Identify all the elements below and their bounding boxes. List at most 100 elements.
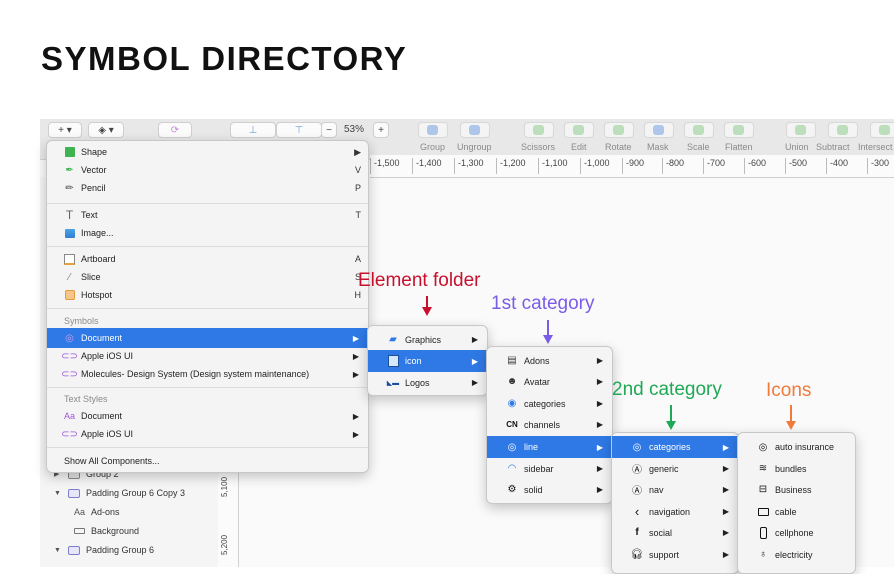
- symbols-header: Symbols: [64, 316, 99, 326]
- scissors-label: Scissors: [521, 142, 556, 152]
- flatten-label: Flatten: [725, 142, 753, 152]
- ruler-tick: -900: [622, 158, 644, 174]
- scissors-icon[interactable]: [524, 122, 554, 138]
- menu-item-graphics[interactable]: ▰ Graphics ▶: [368, 329, 487, 350]
- menu-item-show-all-components[interactable]: Show All Components...: [47, 451, 368, 471]
- rectangle-icon: [74, 528, 85, 534]
- menu-item-cable[interactable]: cable: [738, 501, 855, 522]
- menu-item-generic[interactable]: Ⓐ generic ▶: [612, 458, 738, 479]
- menu-item-image[interactable]: Image...: [47, 223, 368, 243]
- menu-item-sub-categories[interactable]: ◎ categories ▶: [612, 436, 738, 458]
- folder-menu: ▰ Graphics ▶ icon ▶ ◣▬ Logos ▶: [367, 325, 488, 396]
- menu-item-business[interactable]: ⊟ Business: [738, 479, 855, 500]
- submenu-arrow-icon: ▶: [596, 442, 603, 452]
- submenu-arrow-icon: ▶: [596, 485, 603, 494]
- group-icon[interactable]: [418, 122, 448, 138]
- ruler-tick: -500: [785, 158, 807, 174]
- menu-item-line[interactable]: ◎ line ▶: [487, 436, 612, 458]
- menu-item-shape[interactable]: Shape ▶: [47, 142, 368, 162]
- menu-item-textstyle-ios[interactable]: ⊂⊃ Apple iOS UI ▶: [47, 424, 368, 444]
- union-icon[interactable]: [786, 122, 816, 138]
- scale-icon[interactable]: [684, 122, 714, 138]
- edit-icon[interactable]: [564, 122, 594, 138]
- submenu-arrow-icon: ▶: [471, 378, 478, 387]
- sync-button[interactable]: ⟳: [158, 122, 192, 138]
- layer-row[interactable]: ▼ Padding Group 6: [54, 545, 154, 555]
- menu-item-slice[interactable]: ⁄ Slice S: [47, 267, 368, 287]
- ruler-tick: 5,100: [220, 476, 229, 497]
- submenu-arrow-icon: ▶: [596, 377, 603, 386]
- disclosure-icon[interactable]: ▼: [54, 547, 62, 554]
- menu-item-adons[interactable]: ▤ Adons ▶: [487, 350, 612, 371]
- menu-item-logos[interactable]: ◣▬ Logos ▶: [368, 372, 487, 393]
- arrow-down-icon: [543, 335, 553, 344]
- mask-icon[interactable]: [644, 122, 674, 138]
- submenu-arrow-icon: ▶: [352, 411, 359, 421]
- submenu-arrow-icon: ▶: [722, 528, 729, 537]
- symbol-group-icon: [68, 545, 80, 555]
- insert-button[interactable]: + ▾: [48, 122, 82, 138]
- ruler-tick: -800: [662, 158, 684, 174]
- category-menu: ▤ Adons ▶ ☻ Avatar ▶ ◉ categories ▶ CN c…: [486, 346, 613, 504]
- annotation-arrow-stem: [426, 296, 428, 307]
- rotate-icon[interactable]: [604, 122, 634, 138]
- align-icon: ⊥: [248, 124, 258, 136]
- menu-item-symbols-ios[interactable]: ⊂⊃ Apple iOS UI ▶: [47, 346, 368, 366]
- menu-item-symbols-document[interactable]: ◎ Document ▶: [47, 328, 368, 348]
- layer-row[interactable]: Aa Ad-ons: [74, 507, 120, 517]
- menu-item-channels[interactable]: CN channels ▶: [487, 414, 612, 435]
- zoom-out-button[interactable]: −: [321, 122, 337, 138]
- edit-label: Edit: [571, 142, 587, 152]
- car-insurance-icon: ◎: [758, 441, 768, 453]
- menu-item-navigation[interactable]: ‹ navigation ▶: [612, 501, 738, 522]
- menu-item-symbols-molecules[interactable]: ⊂⊃ Molecules- Design System (Design syst…: [47, 364, 368, 384]
- menu-item-icon-folder[interactable]: icon ▶: [368, 350, 487, 372]
- disclosure-icon[interactable]: ▼: [54, 490, 62, 497]
- ungroup-label: Ungroup: [457, 142, 492, 152]
- align-button[interactable]: ⊥: [230, 122, 276, 138]
- ungroup-icon[interactable]: [460, 122, 490, 138]
- annotation-second-category: 2nd category: [612, 379, 722, 400]
- menu-item-electricity[interactable]: ♁ electricity: [738, 544, 855, 565]
- menu-item-auto-insurance[interactable]: ◎ auto insurance: [738, 436, 855, 458]
- menu-item-cellphone[interactable]: cellphone: [738, 522, 855, 543]
- pencil-icon: ✏: [65, 182, 74, 194]
- menu-item-nav[interactable]: Ⓐ nav ▶: [612, 479, 738, 500]
- zoom-value: 53%: [343, 123, 364, 135]
- zoom-in-button[interactable]: +: [373, 122, 389, 138]
- nav-icon: Ⓐ: [632, 486, 642, 497]
- distribute-button[interactable]: ⊤: [276, 122, 322, 138]
- menu-item-bundles[interactable]: ≋ bundles: [738, 458, 855, 479]
- subtract-icon[interactable]: [828, 122, 858, 138]
- adons-icon: ▤: [507, 355, 517, 366]
- menu-item-categories[interactable]: ◉ categories ▶: [487, 393, 612, 414]
- layers-stack-icon: ≋: [758, 463, 768, 474]
- menu-item-hotspot[interactable]: Hotspot H: [47, 285, 368, 305]
- annotation-arrow-stem: [670, 405, 672, 422]
- ruler-tick: -700: [703, 158, 725, 174]
- menu-item-artboard[interactable]: Artboard A: [47, 249, 368, 269]
- ruler-tick: -1,400: [412, 158, 442, 174]
- layers-button[interactable]: ◈ ▾: [88, 122, 124, 138]
- menu-item-vector[interactable]: ✒ Vector V: [47, 160, 368, 180]
- layer-row[interactable]: Background: [74, 526, 139, 536]
- intersect-icon[interactable]: [870, 122, 894, 138]
- menu-item-sidebar[interactable]: ◠ sidebar ▶: [487, 458, 612, 479]
- menu-item-support[interactable]: 🎧︎ support ▶: [612, 544, 738, 565]
- sidebar-icon: ◠: [507, 463, 517, 474]
- stack-icon: ◈: [98, 124, 106, 136]
- menu-item-pencil[interactable]: ✏ Pencil P: [47, 178, 368, 198]
- menu-item-text[interactable]: T Text T: [47, 205, 368, 225]
- menu-item-solid[interactable]: ⚙ solid ▶: [487, 479, 612, 500]
- library-link-icon: ⊂⊃: [61, 350, 78, 362]
- menu-item-textstyle-document[interactable]: Aa Document ▶: [47, 406, 368, 426]
- menu-item-avatar[interactable]: ☻ Avatar ▶: [487, 371, 612, 392]
- chevron-left-icon: ‹: [634, 504, 640, 519]
- slice-knife-icon: ⁄: [68, 271, 71, 283]
- submenu-arrow-icon: ▶: [596, 420, 603, 429]
- categories-icon: ◉: [507, 398, 517, 409]
- menu-separator: [47, 246, 368, 247]
- menu-item-social[interactable]: f social ▶: [612, 522, 738, 543]
- layer-row[interactable]: ▼ Padding Group 6 Copy 3: [54, 488, 185, 498]
- flatten-icon[interactable]: [724, 122, 754, 138]
